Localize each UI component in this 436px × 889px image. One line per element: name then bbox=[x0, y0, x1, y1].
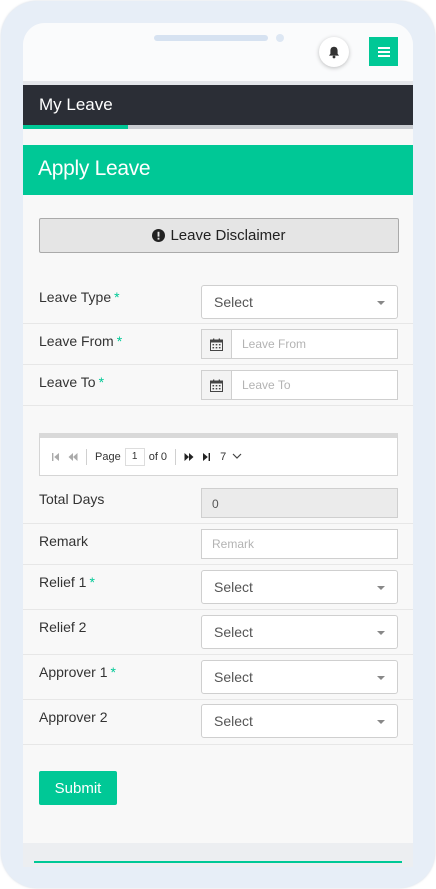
required-marker: * bbox=[116, 333, 123, 349]
chevron-down-icon bbox=[232, 453, 242, 459]
first-page-icon[interactable] bbox=[52, 452, 60, 461]
progress-bar bbox=[23, 125, 413, 129]
remark-input[interactable] bbox=[201, 529, 398, 559]
leave-from-row: Leave From * bbox=[23, 324, 413, 365]
menu-button[interactable] bbox=[369, 37, 398, 66]
leave-type-label-text: Leave Type bbox=[39, 289, 112, 305]
page-number-input[interactable]: 1 bbox=[124, 447, 145, 466]
chevron-down-icon bbox=[377, 720, 385, 724]
leave-from-label-text: Leave From bbox=[39, 333, 114, 349]
required-marker: * bbox=[89, 574, 95, 590]
next-page-icon[interactable] bbox=[184, 452, 194, 461]
leave-to-label-text: Leave To bbox=[39, 374, 96, 390]
calendar-icon bbox=[210, 379, 223, 392]
approver1-label-text: Approver 1 bbox=[39, 664, 108, 680]
pager-separator bbox=[86, 448, 87, 465]
chevron-down-icon bbox=[377, 301, 385, 305]
relief2-value: Select bbox=[214, 624, 253, 640]
leave-type-value: Select bbox=[214, 294, 253, 310]
leave-from-input[interactable] bbox=[232, 330, 397, 358]
approver2-label: Approver 2 bbox=[39, 709, 108, 725]
form-title: Apply Leave bbox=[23, 145, 413, 195]
required-marker: * bbox=[98, 374, 105, 390]
relief2-row: Relief 2 Select bbox=[23, 610, 413, 655]
leave-disclaimer-label: Leave Disclaimer bbox=[170, 227, 286, 244]
top-bar bbox=[23, 23, 413, 81]
leave-to-row: Leave To * bbox=[23, 365, 413, 406]
chevron-down-icon bbox=[377, 631, 385, 635]
pager-separator bbox=[175, 448, 177, 465]
leave-type-select[interactable]: Select bbox=[201, 285, 398, 319]
relief1-select[interactable]: Select bbox=[201, 570, 398, 604]
remark-label: Remark bbox=[39, 533, 89, 549]
prev-page-icon[interactable] bbox=[68, 452, 78, 461]
submit-button[interactable]: Submit bbox=[39, 771, 117, 805]
page-title: My Leave bbox=[23, 85, 413, 125]
phone-camera bbox=[276, 34, 284, 42]
notification-button[interactable] bbox=[319, 37, 349, 67]
phone-speaker bbox=[154, 35, 268, 41]
app-screen: My Leave Apply Leave Leave Disclaimer Le… bbox=[23, 23, 413, 867]
relief1-label-text: Relief 1 bbox=[39, 574, 87, 590]
approver1-value: Select bbox=[214, 669, 253, 685]
total-days-row: Total Days 0 bbox=[23, 483, 413, 524]
approver1-row: Approver 1 * Select bbox=[23, 655, 413, 700]
leave-disclaimer-button[interactable]: Leave Disclaimer bbox=[39, 218, 399, 253]
relief1-row: Relief 1 * Select bbox=[23, 565, 413, 610]
leave-from-label: Leave From * bbox=[39, 333, 122, 349]
leave-type-label: Leave Type * bbox=[39, 289, 120, 305]
page-size-select[interactable]: 7 bbox=[220, 451, 242, 463]
relief1-label: Relief 1 * bbox=[39, 574, 95, 590]
relief2-label: Relief 2 bbox=[39, 619, 87, 635]
leave-grid-pager: Page 1 of 0 7 bbox=[39, 433, 398, 476]
relief2-select[interactable]: Select bbox=[201, 615, 398, 649]
relief1-value: Select bbox=[214, 579, 253, 595]
phone-frame: My Leave Apply Leave Leave Disclaimer Le… bbox=[1, 1, 435, 888]
approver1-label: Approver 1 * bbox=[39, 664, 116, 680]
leave-from-field bbox=[201, 329, 398, 359]
page-count: of 0 bbox=[148, 450, 168, 463]
leave-to-field bbox=[201, 370, 398, 400]
page-size-value: 7 bbox=[220, 450, 227, 463]
required-marker: * bbox=[110, 664, 116, 680]
calendar-icon bbox=[210, 338, 223, 351]
chevron-down-icon bbox=[377, 586, 385, 590]
leave-to-calendar-button[interactable] bbox=[202, 371, 232, 399]
progress-fill bbox=[23, 125, 129, 129]
remark-row: Remark bbox=[23, 524, 413, 565]
leave-from-calendar-button[interactable] bbox=[202, 330, 232, 358]
exclamation-circle-icon bbox=[152, 229, 166, 242]
leave-type-row: Leave Type * Select bbox=[23, 279, 413, 324]
approver2-select[interactable]: Select bbox=[201, 704, 398, 738]
leave-to-input[interactable] bbox=[232, 371, 397, 399]
footer-area bbox=[23, 843, 413, 867]
total-days-label: Total Days bbox=[39, 491, 105, 507]
approver2-value: Select bbox=[214, 713, 253, 729]
required-marker: * bbox=[114, 289, 120, 305]
leave-to-label: Leave To * bbox=[39, 374, 104, 390]
approver2-row: Approver 2 Select bbox=[23, 700, 413, 745]
total-days-value: 0 bbox=[201, 488, 398, 518]
approver1-select[interactable]: Select bbox=[201, 660, 398, 694]
footer-accent-line bbox=[34, 861, 402, 863]
chevron-down-icon bbox=[377, 676, 385, 680]
bell-icon bbox=[329, 46, 339, 58]
hamburger-icon bbox=[377, 46, 390, 57]
last-page-icon[interactable] bbox=[202, 452, 211, 461]
page-label: Page bbox=[95, 450, 121, 463]
